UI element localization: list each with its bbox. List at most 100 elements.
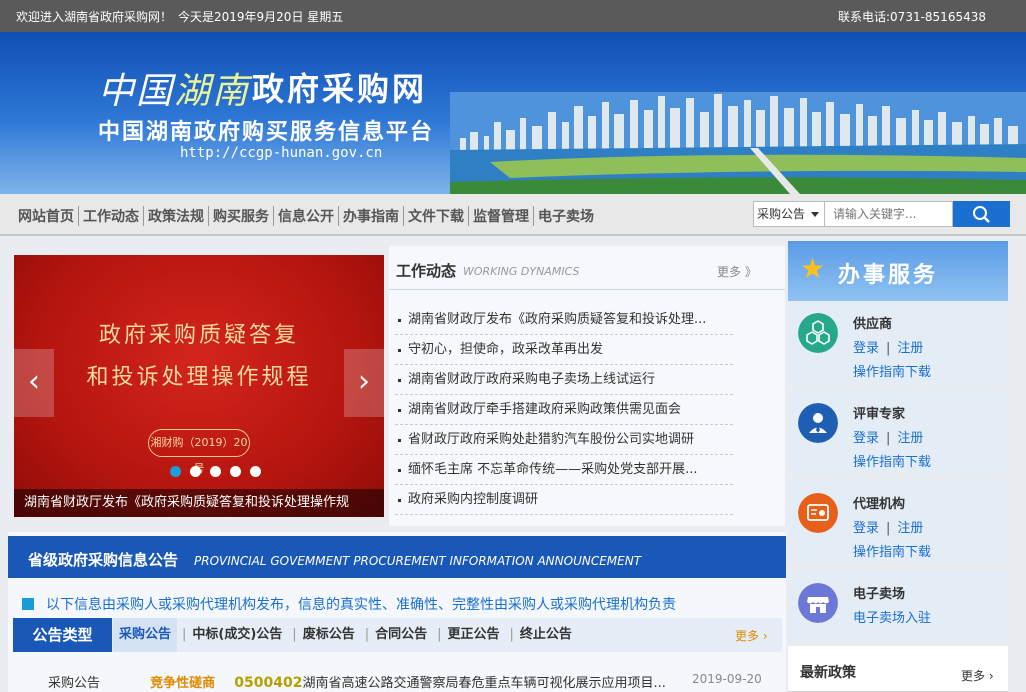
guide-download-link[interactable]: 操作指南下载 [853,361,931,380]
nav-item-policies[interactable]: 政策法规 [143,206,208,226]
register-link[interactable]: 注册 [897,521,923,536]
site-url: http://ccgp-hunan.gov.cn [180,145,383,161]
search-category-select[interactable]: 采购公告 [753,201,825,227]
announcements-title: 省级政府采购信息公告 [28,551,179,569]
table-row[interactable]: 采购公告 竞争性磋商 0500402湖南省高速公路交通警察局春危重点车辆可视化展… [48,672,768,691]
service-sidebar: ★ 办事服务 供应商 登录 | 注册 操作指南下载 评审专家 登录 | 注册 操作指南下… [788,241,1008,692]
nav-menu: 网站首页 工作动态 政策法规 购买服务 信息公开 办事指南 文件下载 监督管理 … [14,206,598,226]
welcome-text: 欢迎进入湖南省政府采购网！ [16,10,173,24]
card-title: 电子卖场 [853,587,906,602]
storefront-icon [798,583,838,623]
nav-item-info-disclosure[interactable]: 信息公开 [273,206,338,226]
slider-dot[interactable] [230,466,241,477]
auth-links: 登录 | 注册 [853,341,924,356]
list-item[interactable]: 政府采购内控制度调研 [395,485,733,515]
policy-more-link[interactable]: 更多 › [961,667,994,684]
announcements-header: 省级政府采购信息公告 PROVINCIAL GOVEMMENT PROCUREM… [8,536,786,578]
card-title: 评审专家 [853,407,906,422]
tab-correction[interactable]: 更正公告 [432,618,504,652]
guide-download-link[interactable]: 操作指南下载 [853,451,931,470]
register-link[interactable]: 注册 [897,431,923,446]
register-link[interactable]: 注册 [897,341,923,356]
work-dynamics-more-link[interactable]: 更多 》 [717,263,757,280]
slider-dot[interactable] [170,466,181,477]
provincial-announcements: 省级政府采购信息公告 PROVINCIAL GOVEMMENT PROCUREM… [8,532,786,692]
agency-card: 代理机构 登录 | 注册 操作指南下载 [788,481,1008,563]
e-mall-card: 电子卖场 电子卖场入驻 [788,571,1008,641]
list-item[interactable]: 湖南省财政厅发布《政府采购质疑答复和投诉处理... [395,305,733,335]
site-title: 政府采购网 [252,70,428,108]
announcements-more-link[interactable]: 更多 › [735,627,768,644]
slider-prev-button[interactable]: ‹ [14,349,54,417]
city-skyline-image [450,92,1026,194]
card-title: 代理机构 [853,497,906,512]
slide-line-2: 和投诉处理操作规程 [86,365,312,390]
phone-text: 联系电话:0731-85165438 [838,10,986,24]
card-title: 供应商 [853,317,893,332]
nav-item-purchase-services[interactable]: 购买服务 [208,206,273,226]
latest-policy-header: 最新政策 更多 › [788,646,1008,692]
hexagon-cluster-icon [798,313,838,353]
work-dynamics-list: 湖南省财政厅发布《政府采购质疑答复和投诉处理... 守初心，担使命，政采改革再出… [395,305,733,515]
row-method: 竞争性磋商 [150,676,216,691]
logo-calligraphy: 中国湖南 [98,71,251,112]
platform-title: 中国湖南政府购买服务信息平台 [98,120,435,145]
slider-dot[interactable] [210,466,221,477]
login-link[interactable]: 登录 [853,521,879,536]
nav-item-home[interactable]: 网站首页 [14,206,78,226]
announcement-type-tabs: 公告类型 采购公告 中标(成交)公告 废标公告 合同公告 更正公告 终止公告 更… [13,618,782,652]
service-header: ★ 办事服务 [788,241,1008,301]
row-type: 采购公告 [48,676,101,691]
site-banner: 中国湖南 政府采购网 中国湖南政府购买服务信息平台 http://ccgp-hu… [0,32,1026,194]
expert-card: 评审专家 登录 | 注册 操作指南下载 [788,391,1008,473]
search-input[interactable] [825,201,953,227]
date-text: 今天是2019年9月20日 星期五 [178,10,344,24]
star-icon: ★ [800,252,826,285]
guide-download-link[interactable]: 操作指南下载 [853,541,931,560]
slider-dot[interactable] [250,466,261,477]
disclaimer-notice: 以下信息由采购人或采购代理机构发布，信息的真实性、准确性、完整性由采购人或采购代… [22,594,676,614]
row-title[interactable]: 湖南省高速公路交通警察局春危重点车辆可视化展示应用项目... [302,676,665,691]
slider-dot[interactable] [190,466,201,477]
main-nav: 网站首页 工作动态 政策法规 购买服务 信息公开 办事指南 文件下载 监督管理 … [0,194,1026,236]
certificate-icon [798,493,838,533]
nav-item-supervision[interactable]: 监督管理 [468,206,533,226]
chevron-right-icon: › [358,364,370,399]
search-button[interactable] [953,201,1010,227]
slide-line-1: 政府采购质疑答复 [98,323,299,348]
top-bar: 欢迎进入湖南省政府采购网！ 今天是2019年9月20日 星期五 联系电话:073… [0,0,1026,32]
nav-item-guide[interactable]: 办事指南 [338,206,403,226]
e-mall-join-link[interactable]: 电子卖场入驻 [853,607,931,626]
list-item[interactable]: 湖南省财政厅政府采购电子卖场上线试运行 [395,365,733,395]
user-tie-icon [798,403,838,443]
auth-links: 登录 | 注册 [853,431,924,446]
tab-procurement[interactable]: 采购公告 [113,618,178,652]
announcements-subtitle: PROVINCIAL GOVEMMENT PROCUREMENT INFORMA… [194,554,642,568]
news-slider[interactable]: 政府采购质疑答复 和投诉处理操作规程 湘财购（2019）20号 ‹ › 湖南省财… [14,255,384,517]
slide-badge: 湘财购（2019）20号 [148,429,250,475]
chevron-left-icon: ‹ [28,364,40,399]
work-dynamics-subtitle: WORKING DYNAMICS [463,265,580,278]
tab-termination[interactable]: 终止公告 [505,618,577,652]
slide-caption[interactable]: 湖南省财政厅发布《政府采购质疑答复和投诉处理操作规 [14,489,384,517]
row-code: 0500402 [234,675,303,691]
tab-failed-bid[interactable]: 废标公告 [287,618,359,652]
service-title: 办事服务 [838,263,939,288]
announcement-type-label: 公告类型 [13,618,112,652]
work-dynamics-header: 工作动态 WORKING DYNAMICS 更多 》 [389,246,785,290]
announcement-tab-list: 采购公告 中标(成交)公告 废标公告 合同公告 更正公告 终止公告 [113,618,577,652]
list-item[interactable]: 守初心，担使命，政采改革再出发 [395,335,733,365]
row-date: 2019-09-20 [692,672,762,686]
login-link[interactable]: 登录 [853,431,879,446]
nav-item-downloads[interactable]: 文件下载 [403,206,468,226]
list-item[interactable]: 缅怀毛主席 不忘革命传统——采购处党支部开展... [395,455,733,485]
slider-next-button[interactable]: › [344,349,384,417]
nav-item-e-mall[interactable]: 电子卖场 [533,206,598,226]
list-item[interactable]: 湖南省财政厅牵手搭建政府采购政策供需见面会 [395,395,733,425]
list-item[interactable]: 省财政厅政府采购处赴猎豹汽车股份公司实地调研 [395,425,733,455]
tab-contract[interactable]: 合同公告 [360,618,432,652]
caret-down-icon [811,212,819,217]
login-link[interactable]: 登录 [853,341,879,356]
tab-award[interactable]: 中标(成交)公告 [177,618,287,652]
nav-item-work-dynamics[interactable]: 工作动态 [78,206,143,226]
